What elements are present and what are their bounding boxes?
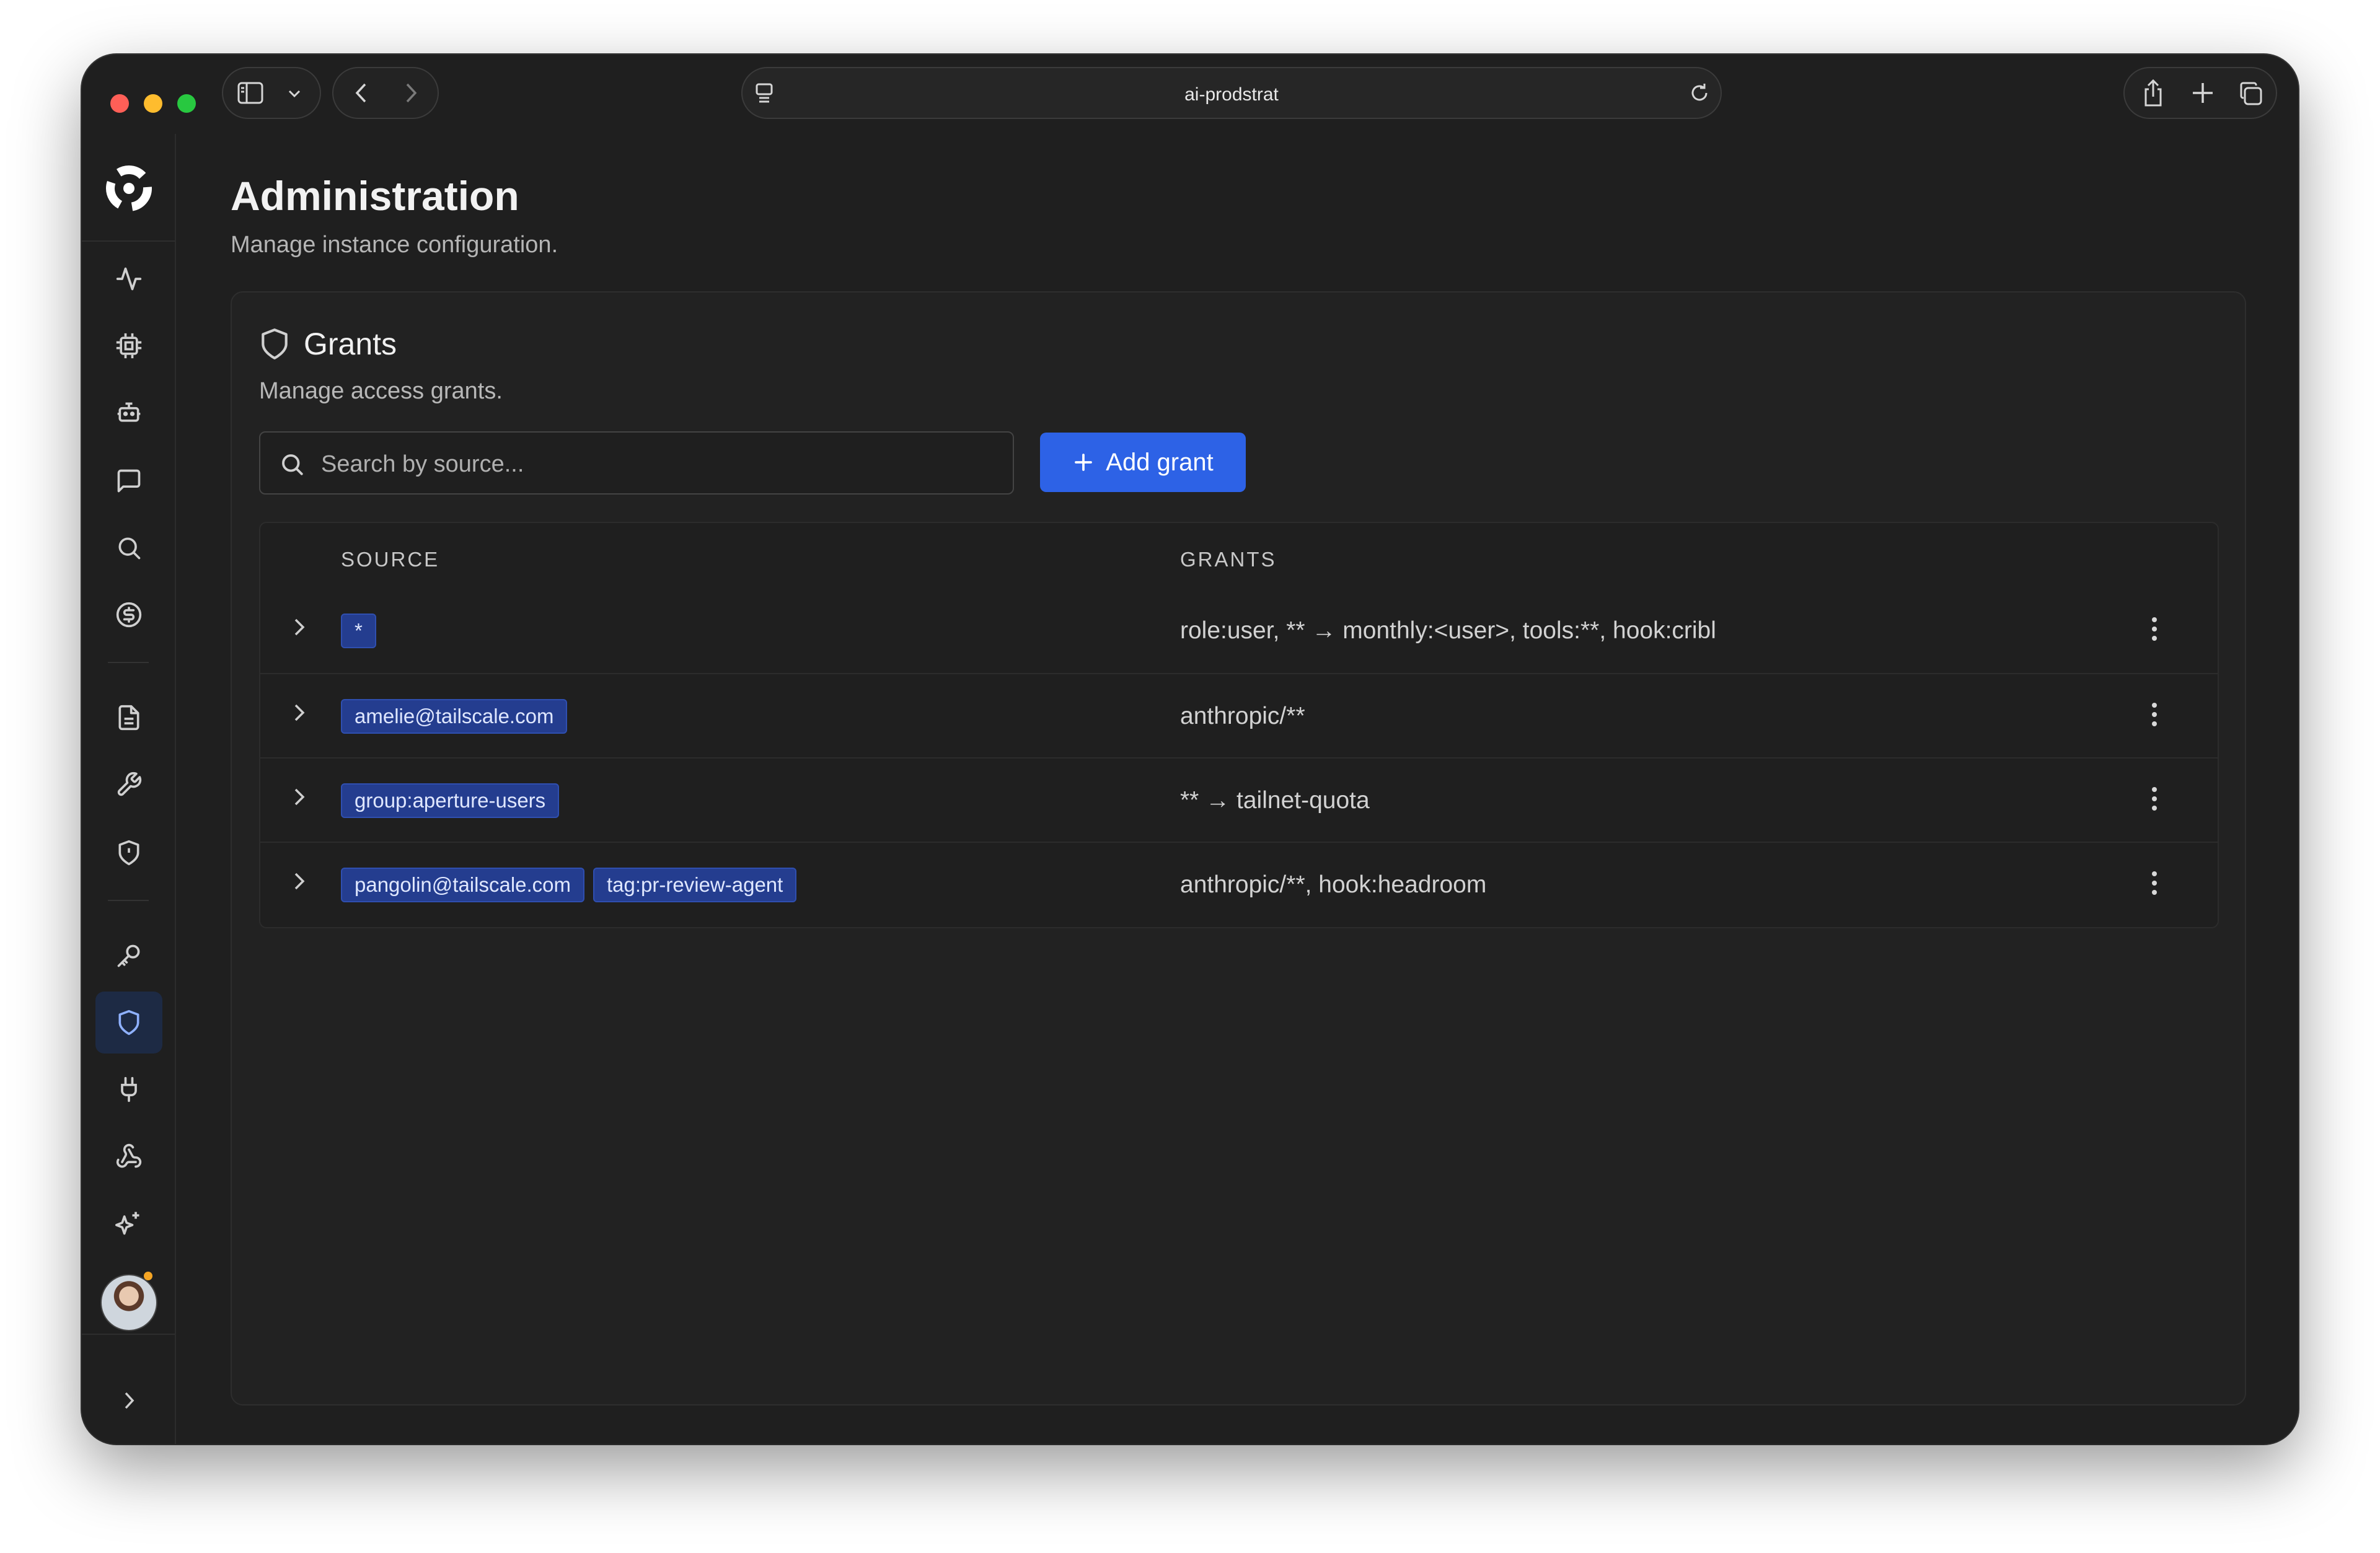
sidebar-item-search[interactable]: [95, 517, 162, 579]
sidebar-item-keys[interactable]: [95, 925, 162, 987]
grants-table: SOURCE GRANTS * role:user, ** → monthly:…: [259, 522, 2219, 928]
source-tags: pangolin@tailscale.com tag:pr-review-age…: [341, 868, 797, 902]
page-title: Administration: [231, 173, 519, 219]
app-sidebar: [82, 134, 176, 1444]
shield-alert-icon: [118, 840, 139, 866]
column-header-source: SOURCE: [341, 548, 440, 571]
sidebar-item-logs[interactable]: [95, 687, 162, 749]
history-nav-group: [332, 67, 439, 119]
table-row[interactable]: group:aperture-users ** → tailnet-quota: [260, 757, 2218, 843]
page-subtitle: Manage instance configuration.: [231, 232, 558, 258]
back-arrow-icon[interactable]: [352, 81, 371, 105]
plug-icon: [121, 1076, 137, 1102]
chevron-right-icon[interactable]: [290, 869, 309, 894]
share-icon[interactable]: [2141, 78, 2166, 108]
source-tags: *: [341, 614, 376, 648]
source-tag: amelie@tailscale.com: [341, 699, 568, 734]
grant-value: anthropic/**, hook:headroom: [1180, 871, 1487, 898]
expand-sidebar-icon[interactable]: [120, 1389, 138, 1412]
add-grant-button[interactable]: Add grant: [1040, 433, 1246, 492]
key-icon: [117, 944, 140, 967]
sidebar-item-webhooks[interactable]: [95, 1125, 162, 1187]
add-grant-label: Add grant: [1106, 448, 1214, 476]
column-header-grants: GRANTS: [1180, 548, 1277, 571]
source-tags: group:aperture-users: [341, 783, 560, 818]
sidebar-item-grants[interactable]: [95, 992, 162, 1054]
grants-card-subtitle: Manage access grants.: [259, 378, 503, 404]
sidebar-item-integrations[interactable]: [95, 1058, 162, 1120]
new-tab-icon[interactable]: [2190, 81, 2215, 105]
sidebar-item-ai-features[interactable]: [95, 1192, 162, 1254]
search-input[interactable]: [320, 445, 992, 483]
grant-value: ** → tailnet-quota: [1180, 787, 1370, 814]
table-row[interactable]: pangolin@tailscale.com tag:pr-review-age…: [260, 842, 2218, 927]
file-text-icon: [118, 705, 139, 731]
sidebar-item-tools[interactable]: [95, 754, 162, 816]
sidebar-item-agents[interactable]: [95, 382, 162, 444]
user-avatar[interactable]: [100, 1274, 157, 1331]
more-vertical-icon[interactable]: [2148, 614, 2161, 645]
chevron-right-icon[interactable]: [290, 615, 309, 640]
grants-card: Grants Manage access grants. Add grant S…: [231, 291, 2246, 1406]
grant-value: role:user, ** → monthly:<user>, tools:**…: [1180, 617, 1716, 644]
reload-icon[interactable]: [1688, 82, 1711, 104]
chevron-down-icon[interactable]: [286, 86, 302, 102]
chip-icon: [116, 333, 142, 359]
table-row[interactable]: amelie@tailscale.com anthropic/**: [260, 673, 2218, 759]
wrench-icon: [117, 772, 142, 796]
forward-arrow-icon[interactable]: [402, 81, 420, 105]
grant-value: anthropic/**: [1180, 703, 1305, 729]
browser-window: ai-prodstrat Administration Manage insta…: [82, 55, 2298, 1444]
more-vertical-icon[interactable]: [2148, 868, 2161, 899]
activity-icon: [116, 267, 142, 291]
source-tag: pangolin@tailscale.com: [341, 868, 585, 902]
sidebar-item-security[interactable]: [95, 822, 162, 884]
search-field: [259, 431, 1014, 495]
sidebar-item-chats[interactable]: [95, 450, 162, 512]
url-text: ai-prodstrat: [1184, 84, 1279, 105]
table-row[interactable]: * role:user, ** → monthly:<user>, tools:…: [260, 589, 2218, 673]
close-window-button[interactable]: [110, 94, 129, 113]
webhook-icon: [116, 1143, 142, 1168]
source-tag: *: [341, 614, 376, 648]
sidebar-item-billing[interactable]: [95, 584, 162, 646]
dollar-circle-icon: [116, 602, 142, 628]
address-bar[interactable]: ai-prodstrat: [741, 67, 1722, 119]
sidebar-item-models[interactable]: [95, 315, 162, 377]
chevron-right-icon[interactable]: [290, 700, 309, 725]
chevron-right-icon[interactable]: [290, 785, 309, 809]
sparkles-icon: [115, 1212, 139, 1235]
search-icon: [282, 454, 303, 475]
sidebar-icon[interactable]: [237, 81, 264, 105]
message-square-icon: [117, 469, 141, 493]
shield-icon: [262, 328, 288, 359]
sidebar-toggle-group[interactable]: [222, 67, 321, 119]
shield-icon: [118, 1010, 139, 1036]
plus-icon: [1075, 454, 1093, 471]
grants-card-header: Grants: [259, 326, 397, 362]
more-vertical-icon[interactable]: [2148, 783, 2161, 814]
tab-overview-icon[interactable]: [2237, 81, 2265, 108]
source-tag: group:aperture-users: [341, 783, 560, 818]
search-icon: [118, 537, 141, 560]
bot-icon: [117, 402, 141, 422]
grants-card-title: Grants: [304, 327, 397, 361]
minimize-window-button[interactable]: [144, 94, 162, 113]
app-logo[interactable]: [100, 160, 157, 217]
source-tag: tag:pr-review-agent: [593, 868, 797, 902]
window-actions-group: [2123, 67, 2277, 119]
more-vertical-icon[interactable]: [2148, 699, 2161, 730]
source-tags: amelie@tailscale.com: [341, 699, 568, 734]
maximize-window-button[interactable]: [177, 94, 196, 113]
sidebar-item-activity[interactable]: [95, 248, 162, 310]
